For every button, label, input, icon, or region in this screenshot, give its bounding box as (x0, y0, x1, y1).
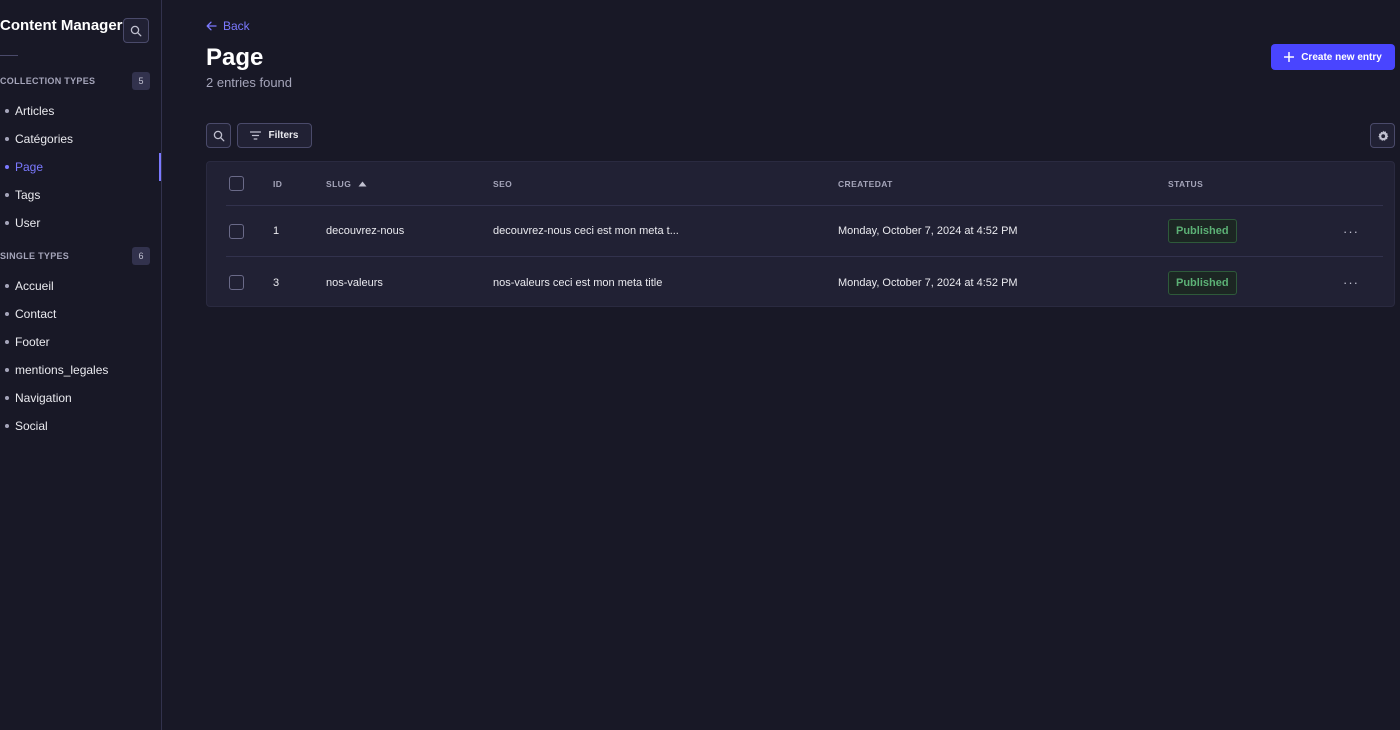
table-row[interactable]: 3 nos-valeurs nos-valeurs ceci est mon m… (226, 257, 1383, 308)
entries-table: ID SLUG SEO CREATEDAT STATUS 1 decouvrez… (206, 161, 1395, 307)
bullet-icon (5, 137, 9, 141)
row-checkbox[interactable] (229, 275, 244, 290)
column-header-slug[interactable]: SLUG (326, 162, 367, 205)
row-checkbox[interactable] (229, 223, 244, 239)
column-header-seo[interactable]: SEO (493, 162, 512, 205)
back-label: Back (223, 19, 250, 33)
single-types-header[interactable]: SINGLE TYPES 6 (0, 247, 150, 265)
bullet-icon (5, 396, 9, 400)
single-types-count: 6 (132, 247, 150, 265)
create-new-entry-button[interactable]: Create new entry (1271, 44, 1395, 70)
sidebar-item-label: Page (15, 160, 44, 174)
sidebar-item-contact[interactable]: Contact (0, 300, 160, 328)
column-header-createdat[interactable]: CREATEDAT (838, 162, 893, 205)
sidebar-item-label: mentions_legales (15, 363, 109, 377)
bullet-icon (5, 340, 9, 344)
row-actions-button[interactable]: ··· (1343, 224, 1359, 239)
select-all-checkbox[interactable] (229, 176, 244, 191)
sidebar-item-user[interactable]: User (0, 209, 160, 237)
sidebar-item-footer[interactable]: Footer (0, 328, 160, 356)
sidebar-item-label: Footer (15, 335, 50, 349)
plus-icon (1284, 52, 1295, 62)
back-link[interactable]: Back (206, 18, 250, 34)
collection-types-header[interactable]: COLLECTION TYPES 5 (0, 72, 150, 90)
bullet-icon (5, 165, 9, 169)
arrow-left-icon (206, 21, 217, 31)
caret-up-icon (358, 181, 367, 186)
table-header-row: ID SLUG SEO CREATEDAT STATUS (226, 162, 1383, 206)
filters-label: Filters (268, 130, 299, 141)
bullet-icon (5, 424, 9, 428)
sidebar-item-accueil[interactable]: Accueil (0, 272, 160, 300)
column-label: CREATEDAT (838, 178, 893, 189)
sidebar-item-label: User (15, 216, 41, 230)
sidebar-item-label: Catégories (15, 132, 74, 146)
page-title: Page (206, 44, 264, 71)
entries-count: 2 entries found (206, 75, 293, 90)
sidebar-item-label: Contact (15, 307, 57, 321)
collection-types-label: COLLECTION TYPES (0, 76, 96, 86)
column-header-status[interactable]: STATUS (1168, 162, 1203, 205)
sidebar-item-label: Social (15, 419, 48, 433)
cell-id: 1 (273, 225, 280, 237)
bullet-icon (5, 109, 9, 113)
filters-button[interactable]: Filters (237, 123, 312, 148)
bullet-icon (5, 368, 9, 372)
cell-createdat: Monday, October 7, 2024 at 4:52 PM (838, 276, 1018, 289)
select-all-cell (229, 162, 244, 205)
sidebar-item-label: Accueil (15, 279, 54, 293)
cell-id: 3 (273, 276, 280, 289)
sidebar-item-page[interactable]: Page (0, 153, 161, 181)
gear-icon (1377, 130, 1388, 141)
collection-types-count: 5 (132, 72, 150, 90)
sidebar-item-mentions-legales[interactable]: mentions_legales (0, 356, 160, 384)
bullet-icon (5, 312, 9, 316)
cell-slug: decouvrez-nous (326, 225, 405, 237)
bullet-icon (5, 221, 9, 225)
search-icon (213, 130, 224, 141)
single-types-label: SINGLE TYPES (0, 251, 70, 261)
sidebar-item-social[interactable]: Social (0, 412, 160, 440)
column-label: SEO (493, 178, 513, 189)
column-label: SLUG (326, 178, 352, 189)
status-badge: Published (1168, 219, 1237, 243)
sidebar-divider (0, 55, 18, 56)
search-icon (130, 25, 142, 36)
cell-seo: nos-valeurs ceci est mon meta title (493, 276, 663, 289)
sidebar-title: Content Manager (0, 17, 123, 34)
sidebar-item-categories[interactable]: Catégories (0, 125, 160, 153)
sidebar-item-tags[interactable]: Tags (0, 181, 160, 209)
column-label: ID (273, 178, 283, 189)
sidebar-item-navigation[interactable]: Navigation (0, 384, 160, 412)
sidebar: Content Manager COLLECTION TYPES 5 Artic… (0, 0, 162, 730)
sidebar-item-label: Navigation (15, 391, 72, 405)
table-row[interactable]: 1 decouvrez-nous decouvrez-nous ceci est… (226, 206, 1383, 257)
view-settings-button[interactable] (1370, 123, 1395, 148)
column-label: STATUS (1168, 178, 1204, 189)
cell-slug: nos-valeurs (326, 276, 383, 289)
bullet-icon (5, 193, 9, 197)
sidebar-item-label: Tags (15, 188, 41, 202)
sidebar-item-articles[interactable]: Articles (0, 97, 160, 125)
status-badge: Published (1168, 270, 1237, 295)
search-button[interactable] (206, 123, 231, 148)
sidebar-search-button[interactable] (123, 18, 149, 43)
create-new-entry-label: Create new entry (1301, 51, 1382, 63)
filter-icon (250, 131, 262, 140)
column-header-id[interactable]: ID (273, 162, 282, 205)
bullet-icon (5, 284, 9, 288)
cell-seo: decouvrez-nous ceci est mon meta t... (493, 225, 679, 237)
sidebar-item-label: Articles (15, 104, 55, 118)
cell-createdat: Monday, October 7, 2024 at 4:52 PM (838, 225, 1018, 237)
row-actions-button[interactable]: ··· (1343, 275, 1359, 290)
